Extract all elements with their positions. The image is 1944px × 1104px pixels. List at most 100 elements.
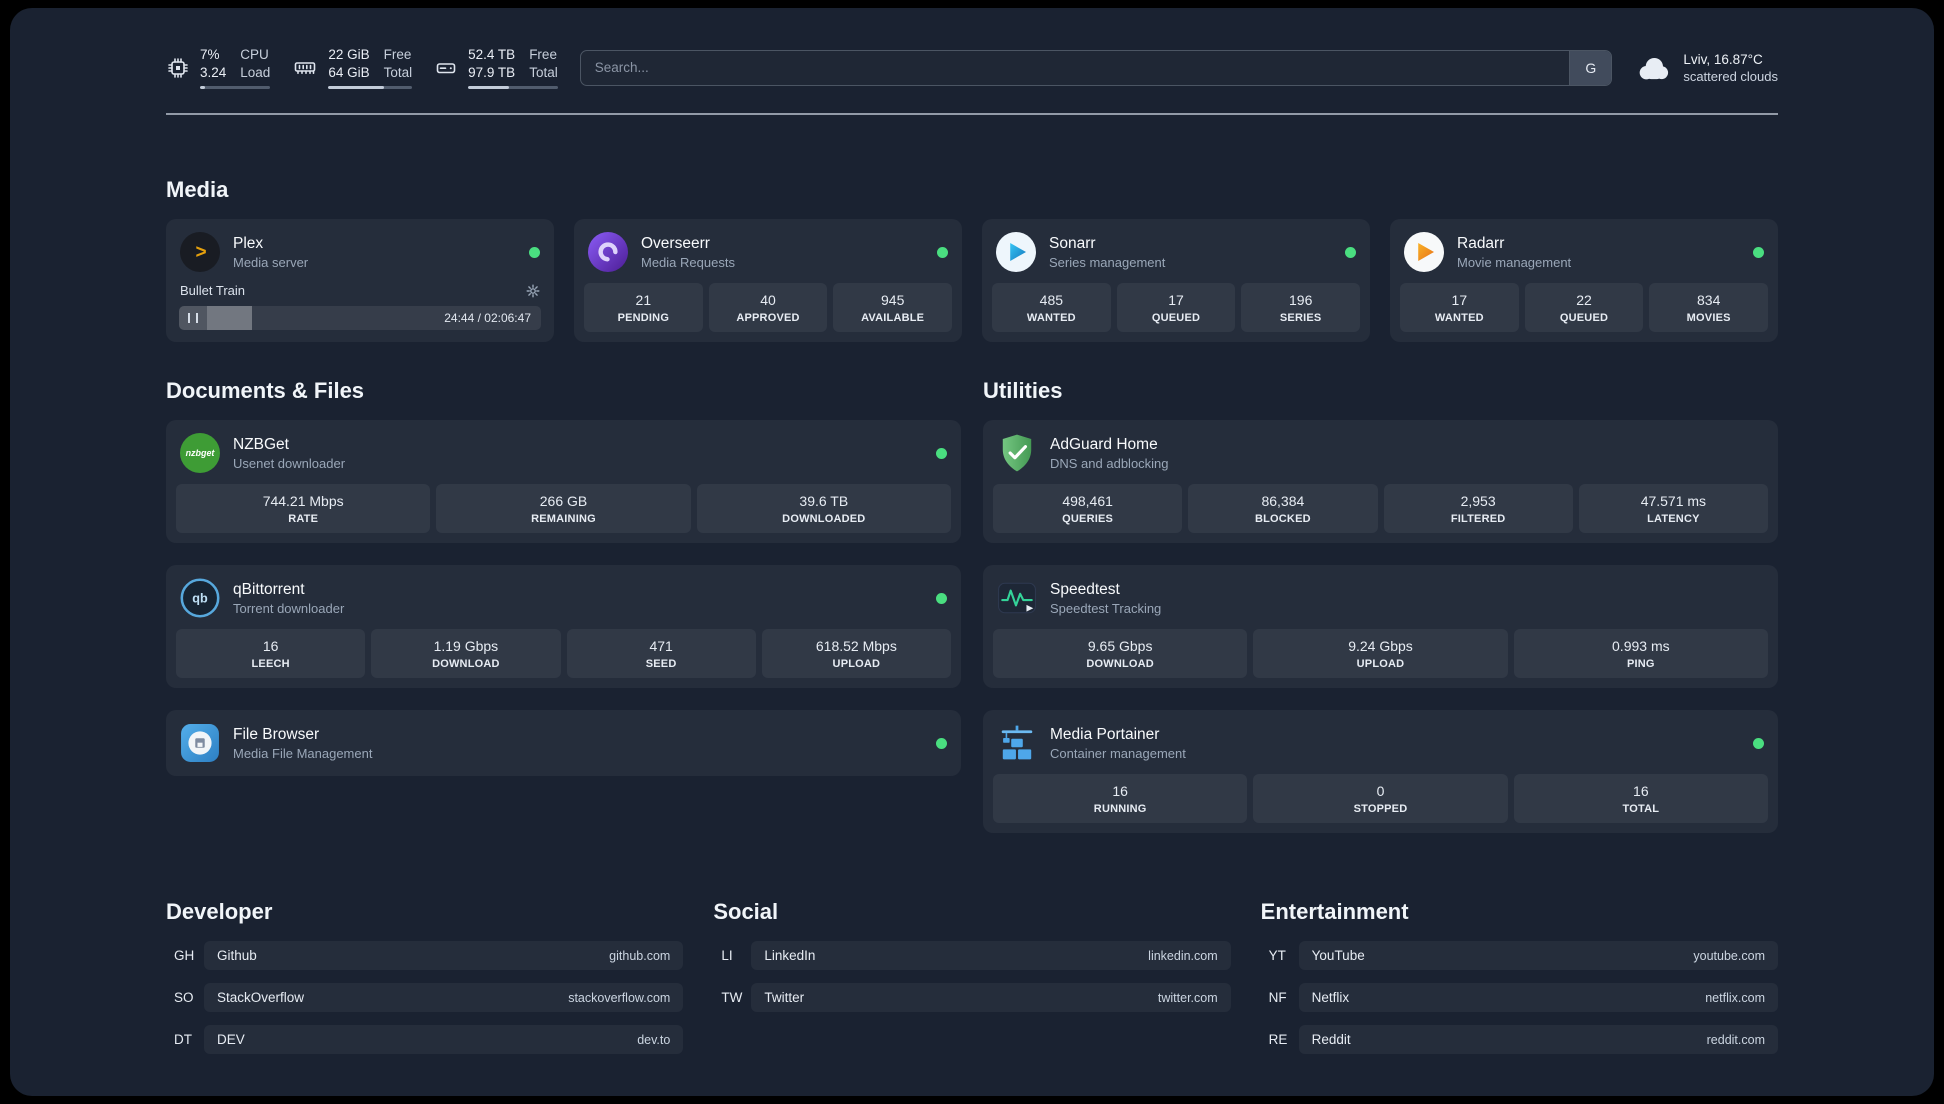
service-card-speedtest[interactable]: Speedtest Speedtest Tracking 9.65 Gbps D… [983,565,1778,688]
stat-stopped: 0 STOPPED [1253,774,1508,823]
service-card-qbittorrent[interactable]: qb qBittorrent Torrent downloader 16 LEE… [166,565,961,688]
stats-row: 498,461 QUERIES 86,384 BLOCKED 2,953 FIL… [993,484,1768,533]
service-subtitle: Movie management [1457,254,1572,270]
bookmark-reddit[interactable]: RE Reddit reddit.com [1261,1025,1778,1054]
stats-row: 16 LEECH 1.19 Gbps DOWNLOAD 471 SEED 618… [176,629,951,678]
stat-total: 16 TOTAL [1513,774,1768,823]
card-head: File Browser Media File Management [176,720,951,766]
card-head: nzbget NZBGet Usenet downloader [176,430,951,484]
speedtest-icon [997,578,1037,618]
status-dot [936,737,947,749]
service-card-sonarr[interactable]: Sonarr Series management 485 WANTED 17 Q… [982,219,1370,342]
stats-row: 9.65 Gbps DOWNLOAD 9.24 Gbps UPLOAD 0.99… [993,629,1768,678]
sonarr-icon [996,232,1036,272]
bookmark-domain: linkedin.com [1148,948,1218,963]
bookmark-name: YouTube [1311,948,1365,963]
stat-leech: 16 LEECH [176,629,366,678]
stat-queued: 22 QUEUED [1524,283,1644,332]
player-head: Bullet Train [180,283,540,298]
service-card-nzbget[interactable]: nzbget NZBGet Usenet downloader 744.21 M… [166,420,961,543]
bookmark-netflix[interactable]: NF Netflix netflix.com [1261,983,1778,1012]
card-head: Overseerr Media Requests [584,229,952,283]
svg-text:qb: qb [192,592,208,606]
middle-columns: Documents & Files nzbget NZBGet Usenet d… [166,378,1778,833]
service-title: File Browser [233,725,320,743]
disk-icon [436,62,456,73]
bookmark-pill: LinkedIn linkedin.com [751,941,1231,970]
bookmark-pill: Twitter twitter.com [751,983,1231,1012]
disk-total-value: 97.9 TB [468,65,516,80]
service-title: Media Portainer [1050,725,1160,743]
stat-download: 1.19 Gbps DOWNLOAD [371,629,561,678]
media-section-title: Media [166,177,229,202]
bookmark-name: DEV [217,1032,245,1047]
stat-wanted: 485 WANTED [992,283,1111,332]
disk-usage-bar-fill [468,86,510,89]
bookmark-abbr: NF [1268,990,1287,1005]
search-provider-button[interactable]: G [1569,50,1612,85]
cpu-icon [168,57,188,78]
card-head: Media Portainer Container management [993,720,1768,774]
cpu-usage-bar [200,86,271,89]
service-card-adguard-home[interactable]: AdGuard Home DNS and adblocking 498,461 … [983,420,1778,543]
memory-usage-bar-fill [328,86,384,89]
service-card-radarr[interactable]: Radarr Movie management 17 WANTED 22 QUE… [1390,219,1778,342]
dashboard-page: 7% CPU 3.24 Load 22 GiB Free 64 GiB Tota… [10,8,1934,1096]
playback-progress-fill [207,306,253,330]
service-card-overseerr[interactable]: Overseerr Media Requests 21 PENDING 40 A… [574,219,962,342]
playback-time: 24:44 / 02:06:47 [444,311,531,325]
cpu-widget: 7% CPU 3.24 Load [166,46,271,89]
bookmark-github[interactable]: GH Github github.com [166,941,684,970]
cpu-label: CPU [240,47,269,62]
bookmark-abbr: LI [721,948,733,963]
stat-downloaded: 39.6 TB DOWNLOADED [696,484,951,533]
memory-usage-bar [328,86,413,89]
service-subtitle: DNS and adblocking [1050,455,1169,471]
status-dot [1345,246,1356,258]
radarr-icon [1404,232,1444,272]
memory-widget: 22 GiB Free 64 GiB Total [292,46,413,89]
nzbget-icon: nzbget [180,433,220,473]
service-subtitle: Speedtest Tracking [1050,600,1162,616]
player-settings-gear-icon[interactable] [526,284,540,298]
entertainment-group-title: Entertainment [1260,899,1409,924]
service-meta: qBittorrent Torrent downloader [233,580,344,617]
now-playing-title: Bullet Train [180,283,246,298]
bookmark-name: Twitter [764,990,805,1005]
disk-widget: 52.4 TB Free 97.9 TB Total [434,46,558,89]
stat-rate: 744.21 Mbps RATE [176,484,431,533]
bookmark-linkedin[interactable]: LI LinkedIn linkedin.com [713,941,1231,970]
bookmark-abbr: SO [174,990,194,1005]
bookmark-youtube[interactable]: YT YouTube youtube.com [1261,941,1778,970]
service-card-media-portainer[interactable]: Media Portainer Container management 16 … [983,710,1778,833]
qbittorrent-icon: qb [180,578,220,618]
search-input[interactable] [580,50,1570,85]
stat-download: 9.65 Gbps DOWNLOAD [993,629,1248,678]
weather-widget: Lviv, 16.87°C scattered clouds [1634,51,1778,85]
top-bar: 7% CPU 3.24 Load 22 GiB Free 64 GiB Tota… [166,38,1778,113]
status-dot [1753,246,1764,258]
bookmark-dev-to[interactable]: DT DEV dev.to [166,1025,684,1054]
stat-seed: 471 SEED [566,629,756,678]
bookmark-stackoverflow[interactable]: SO StackOverflow stackoverflow.com [166,983,684,1012]
svg-text:nzbget: nzbget [186,448,216,458]
stats-row: 21 PENDING 40 APPROVED 945 AVAILABLE [584,283,953,332]
bookmark-group-social: Social LI LinkedIn linkedin.com TW Twitt… [713,899,1231,1067]
stat-queries: 498,461 QUERIES [993,484,1183,533]
pause-button[interactable] [179,306,207,330]
service-card-file-browser[interactable]: File Browser Media File Management [166,710,961,776]
service-title: Overseerr [641,234,710,252]
overseerr-icon [588,232,628,272]
bookmark-abbr: RE [1268,1032,1288,1047]
service-subtitle: Media server [233,254,309,270]
service-card-plex[interactable]: > Plex Media server Bullet Train 24:44 /… [166,219,554,342]
bookmark-twitter[interactable]: TW Twitter twitter.com [713,983,1231,1012]
service-meta: Sonarr Series management [1049,234,1165,271]
service-title: Speedtest [1050,580,1120,598]
bookmark-abbr: GH [174,948,195,963]
disk-usage-bar [468,86,558,89]
cloud-icon [1639,57,1669,79]
service-meta: Plex Media server [233,234,308,271]
service-meta: AdGuard Home DNS and adblocking [1050,435,1169,472]
stat-upload: 9.24 Gbps UPLOAD [1253,629,1508,678]
